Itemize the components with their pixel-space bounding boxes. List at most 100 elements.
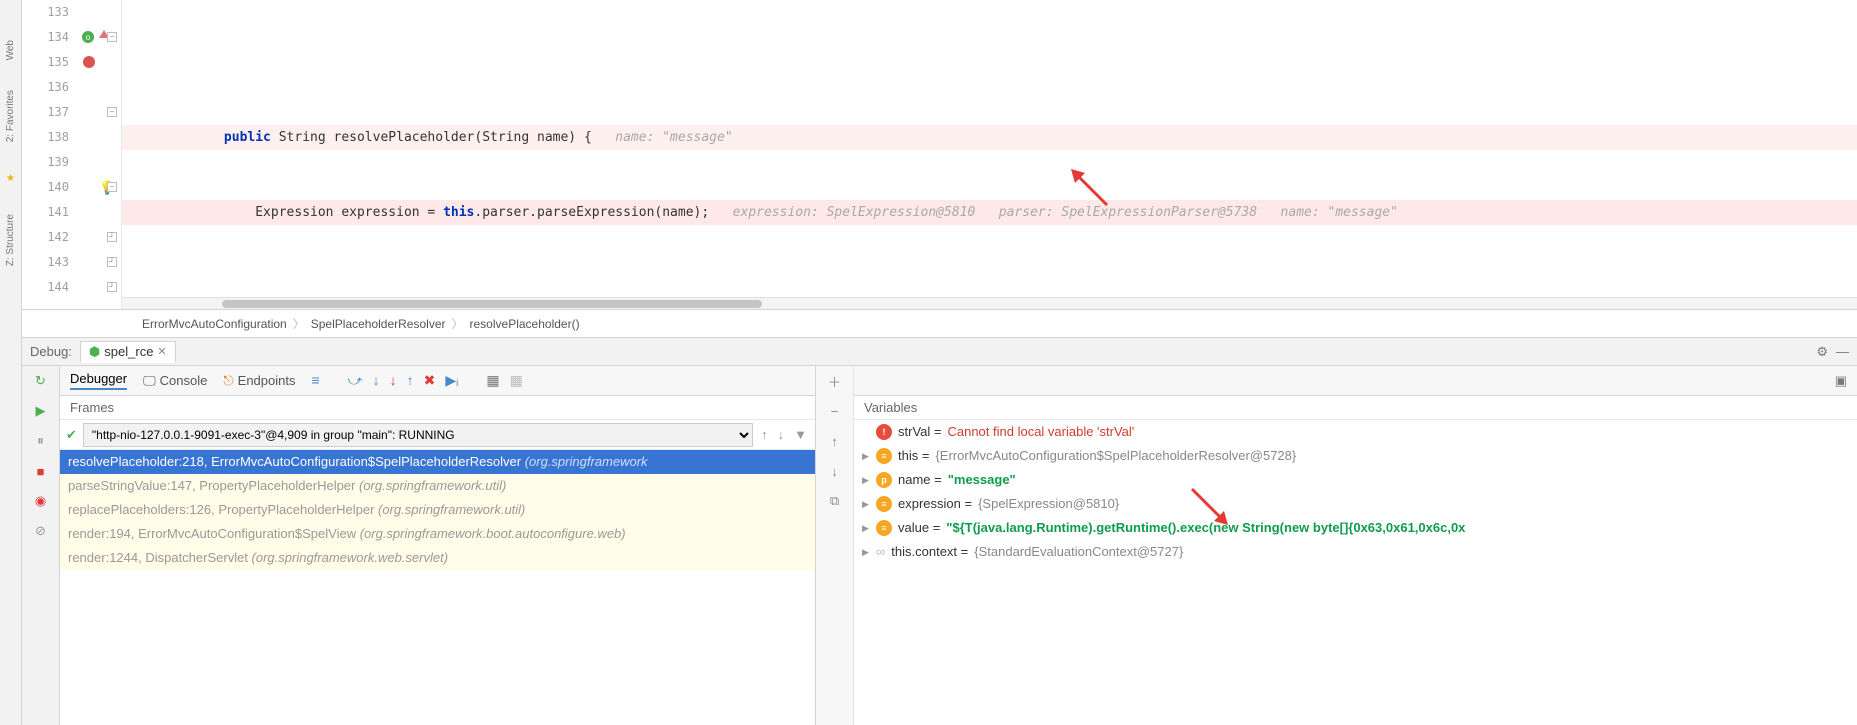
line-num: 139	[22, 150, 69, 175]
crumb[interactable]: ErrorMvcAutoConfiguration	[142, 317, 287, 331]
variable-value: {ErrorMvcAutoConfiguration$SpelPlacehold…	[935, 444, 1296, 468]
expand-icon[interactable]: ▶	[862, 492, 870, 516]
variable-row[interactable]: !strVal = Cannot find local variable 'st…	[854, 420, 1857, 444]
console-icon: 🖵	[143, 373, 156, 389]
remove-watch-icon[interactable]: −	[824, 400, 846, 422]
close-icon[interactable]: ✕	[157, 345, 166, 358]
override-icon[interactable]: o	[81, 30, 95, 44]
fold-end-icon[interactable]: ┘	[107, 257, 117, 267]
scrollbar-thumb[interactable]	[222, 300, 762, 308]
add-watch-icon[interactable]: ＋	[824, 370, 846, 392]
error-icon: !	[876, 424, 892, 440]
run-to-cursor-icon[interactable]: ▶ᵢ	[445, 372, 458, 389]
line-num: 137	[22, 100, 69, 125]
line-num: 133	[22, 0, 69, 25]
inline-hint: expression: SpelExpression@5810 parser: …	[733, 205, 1398, 220]
expand-icon[interactable]: ▶	[862, 540, 870, 564]
step-into-icon[interactable]: ↓	[373, 372, 380, 389]
tool-structure[interactable]: Z: Structure	[5, 214, 16, 266]
layout-icon[interactable]: ▣	[1835, 373, 1847, 389]
line-num: 144	[22, 275, 69, 300]
stack-frame[interactable]: render:194, ErrorMvcAutoConfiguration$Sp…	[60, 522, 815, 546]
force-step-into-icon[interactable]: ↓	[390, 372, 397, 389]
fold-end-icon[interactable]: ┘	[107, 232, 117, 242]
debug-label: Debug:	[30, 344, 72, 359]
tool-favorites[interactable]: 2: Favorites	[5, 90, 16, 142]
star-icon: ★	[6, 173, 15, 184]
tab-console[interactable]: 🖵Console	[143, 373, 207, 389]
fold-icon[interactable]: −	[107, 182, 117, 192]
variable-row[interactable]: ▶≡this = {ErrorMvcAutoConfiguration$Spel…	[854, 444, 1857, 468]
line-num: 138	[22, 125, 69, 150]
evaluate-icon[interactable]: ▦	[486, 372, 499, 389]
up-icon[interactable]: ↑	[824, 430, 846, 452]
variable-row[interactable]: ▶≡value = "${T(java.lang.Runtime).getRun…	[854, 516, 1857, 540]
view-breakpoints-button[interactable]: ◉	[30, 490, 52, 512]
expand-icon[interactable]: ▶	[862, 468, 870, 492]
next-frame-icon[interactable]: ↓	[776, 427, 787, 442]
stack-frame[interactable]: replacePlaceholders:126, PropertyPlaceho…	[60, 498, 815, 522]
variable-value: "message"	[948, 468, 1016, 492]
step-out-icon[interactable]: ↑	[407, 372, 414, 389]
tab-debugger[interactable]: Debugger	[70, 371, 127, 390]
mute-breakpoints-button[interactable]: ⊘	[30, 520, 52, 542]
drop-frame-icon[interactable]: ✖	[424, 372, 436, 389]
code-editor[interactable]: 133 134 135 136 137 138 139 140 141 142 …	[22, 0, 1857, 310]
stack-frame[interactable]: render:1244, DispatcherServlet (org.spri…	[60, 546, 815, 570]
line-num: 134	[22, 25, 69, 50]
frames-header: Frames	[60, 396, 815, 420]
line-num: 141	[22, 200, 69, 225]
variable-value: {StandardEvaluationContext@5727}	[974, 540, 1183, 564]
crumb[interactable]: resolvePlaceholder()	[470, 317, 580, 331]
code-line[interactable]: public String resolvePlaceholder(String …	[122, 125, 1857, 150]
chevron-right-icon: 〉	[452, 315, 464, 332]
fold-end-icon[interactable]: ┘	[107, 282, 117, 292]
field-icon: ≡	[876, 496, 892, 512]
code-line[interactable]: Expression expression = this.parser.pars…	[122, 200, 1857, 225]
copy-icon[interactable]: ⧉	[824, 490, 846, 512]
step-over-icon[interactable]: ⤻	[348, 372, 363, 389]
variables-header: Variables	[854, 396, 1857, 420]
variable-value: Cannot find local variable 'strVal'	[947, 420, 1134, 444]
prev-frame-icon[interactable]: ↑	[759, 427, 770, 442]
breadcrumb: ErrorMvcAutoConfiguration 〉 SpelPlacehold…	[22, 310, 1857, 338]
field-icon: ≡	[876, 520, 892, 536]
pause-button[interactable]: ⏸	[30, 430, 52, 452]
debug-config-tab[interactable]: ⬢ spel_rce ✕	[80, 341, 176, 363]
variable-row[interactable]: ▶≡expression = {SpelExpression@5810}	[854, 492, 1857, 516]
crumb[interactable]: SpelPlaceholderResolver	[311, 317, 446, 331]
filter-icon[interactable]: ▼	[792, 427, 809, 442]
minimize-icon[interactable]: —	[1836, 344, 1849, 359]
threads-icon[interactable]: ≡	[311, 372, 319, 389]
rerun-button[interactable]: ↻	[30, 370, 52, 392]
stop-button[interactable]: ■	[30, 460, 52, 482]
fold-icon[interactable]: −	[107, 32, 117, 42]
code-line[interactable]	[122, 50, 1857, 75]
tool-web[interactable]: Web	[5, 40, 16, 60]
resume-button[interactable]: ▶	[30, 400, 52, 422]
ref-icon: ∞	[876, 540, 885, 564]
thread-selector[interactable]: "http-nio-127.0.0.1-9091-exec-3"@4,909 i…	[83, 423, 753, 447]
line-gutter: 133 134 135 136 137 138 139 140 141 142 …	[22, 0, 77, 309]
line-num: 143	[22, 250, 69, 275]
param-icon: p	[876, 472, 892, 488]
gutter-marks: o − − 💡 − ┘ ┘ ┘	[77, 0, 122, 309]
h-scrollbar[interactable]	[122, 297, 1857, 309]
variable-value: "${T(java.lang.Runtime).getRuntime().exe…	[946, 516, 1465, 540]
variable-value: {SpelExpression@5810}	[978, 492, 1119, 516]
fold-icon[interactable]: −	[107, 107, 117, 117]
down-icon[interactable]: ↓	[824, 460, 846, 482]
gear-icon[interactable]: ⚙	[1816, 344, 1828, 360]
inline-hint: name: "message"	[615, 130, 732, 145]
trace-icon[interactable]: ▦	[510, 372, 523, 389]
run-config-icon: ⬢	[89, 344, 100, 360]
stack-frame[interactable]: resolvePlaceholder:218, ErrorMvcAutoConf…	[60, 450, 815, 474]
variable-row[interactable]: ▶pname = "message"	[854, 468, 1857, 492]
endpoints-icon: ⎋	[223, 373, 233, 389]
stack-frame[interactable]: parseStringValue:147, PropertyPlaceholde…	[60, 474, 815, 498]
variable-row[interactable]: ▶∞this.context = {StandardEvaluationCont…	[854, 540, 1857, 564]
expand-icon[interactable]: ▶	[862, 516, 870, 540]
expand-icon[interactable]: ▶	[862, 444, 870, 468]
tab-endpoints[interactable]: ⎋Endpoints	[223, 373, 295, 389]
breakpoint-icon[interactable]	[83, 56, 95, 68]
